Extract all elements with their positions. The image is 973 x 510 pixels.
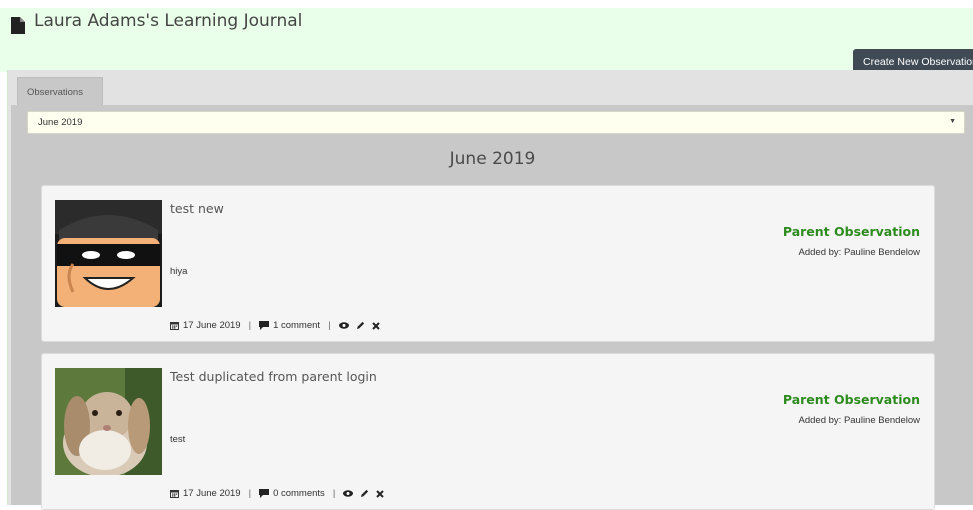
delete-icon[interactable]: [371, 321, 380, 330]
separator: |: [248, 320, 252, 331]
separator: |: [332, 488, 336, 499]
page-title: Laura Adams's Learning Journal: [34, 11, 303, 31]
observation-date: 17 June 2019: [183, 488, 241, 499]
month-heading: June 2019: [449, 149, 536, 169]
month-select-value: June 2019: [38, 117, 83, 128]
separator: |: [328, 320, 331, 331]
observation-date: 17 June 2019: [183, 320, 241, 331]
observation-card: test new hiya Parent Observation Added b…: [41, 185, 935, 342]
observation-title[interactable]: Test duplicated from parent login: [170, 369, 377, 384]
observations-panel: Observations June 2019 ▼ June 2019 test …: [7, 70, 973, 510]
dropdown-arrow-icon: ▼: [949, 118, 956, 125]
observation-description: test: [170, 434, 186, 445]
edit-icon[interactable]: [360, 489, 369, 498]
observation-type: Parent Observation: [782, 224, 920, 239]
calendar-icon: [170, 322, 179, 330]
header: Laura Adams's Learning Journal Create Ne…: [0, 8, 973, 75]
comment-icon: [259, 321, 270, 330]
comment-icon: [259, 489, 270, 498]
observation-meta: 17 June 2019 | 1 comment |: [170, 320, 383, 331]
delete-icon[interactable]: [376, 489, 384, 498]
tab-strip: Observations: [8, 70, 973, 105]
edit-icon[interactable]: [356, 321, 365, 330]
added-by: Added by: Pauline Bendelow: [798, 415, 920, 426]
tab-observations[interactable]: Observations: [17, 77, 103, 105]
comment-count[interactable]: 0 comments: [273, 488, 325, 499]
added-by: Added by: Pauline Bendelow: [798, 247, 920, 258]
month-select[interactable]: June 2019 ▼: [27, 111, 965, 134]
observation-title[interactable]: test new: [170, 201, 224, 216]
view-icon[interactable]: [338, 322, 349, 329]
observation-description: hiya: [170, 266, 188, 277]
document-icon: [11, 17, 25, 34]
view-icon[interactable]: [343, 490, 354, 497]
comment-count[interactable]: 1 comment: [273, 320, 320, 331]
observation-card: Test duplicated from parent login test P…: [41, 353, 935, 510]
calendar-icon: [170, 490, 179, 498]
separator: |: [248, 488, 252, 499]
tab-content: June 2019 ▼ June 2019 test new hiya Pare…: [11, 105, 973, 510]
lego-figure-image[interactable]: [55, 200, 162, 307]
observation-type: Parent Observation: [782, 392, 920, 407]
rabbit-image[interactable]: [55, 368, 162, 475]
observation-meta: 17 June 2019 | 0 comments |: [170, 488, 387, 499]
page: Laura Adams's Learning Journal Create Ne…: [0, 0, 973, 510]
